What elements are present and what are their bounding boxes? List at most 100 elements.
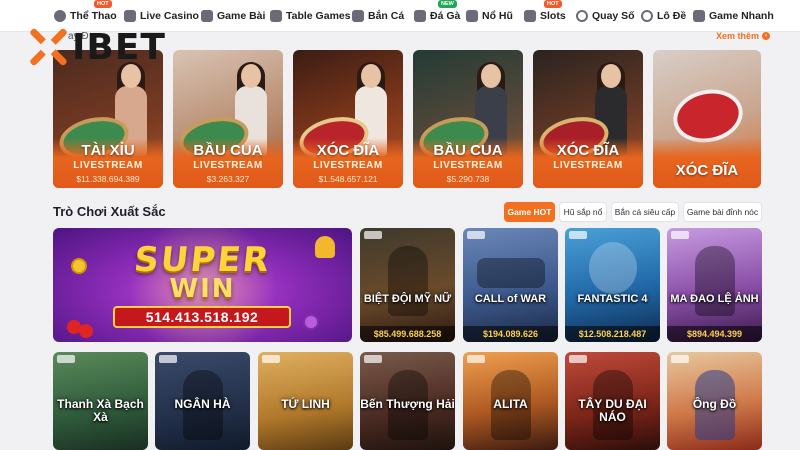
provider-logo-icon xyxy=(262,355,280,363)
filter-game-hot[interactable]: Game HOT xyxy=(504,202,555,222)
nav-item-lo-de[interactable]: Lô Đề xyxy=(641,0,686,32)
filter-ban-ca-sieu-cap[interactable]: Bắn cá siêu cấp xyxy=(611,202,679,222)
live-card-xoc-dia-2[interactable]: XÓC ĐĨA LIVESTREAM xyxy=(533,50,643,188)
game-tile-ma-dao-le-anh[interactable]: MA ĐAO LỆ ẢNH $894.494.399 xyxy=(667,228,762,342)
nav-item-slots[interactable]: Slots HOT xyxy=(524,0,566,32)
provider-logo-icon xyxy=(671,231,689,239)
provider-logo-icon xyxy=(467,231,485,239)
lottery-wheel-icon xyxy=(576,10,588,22)
jackpot-value: $1.548.657.121 xyxy=(318,174,378,184)
provider-logo-icon xyxy=(569,355,587,363)
site-logo[interactable]: IBET xyxy=(26,24,166,70)
provider-logo-icon xyxy=(671,355,689,363)
provider-logo-icon xyxy=(57,355,75,363)
win-text: WIN xyxy=(169,274,236,304)
cherry-icon xyxy=(79,324,93,338)
chevron-right-icon: › xyxy=(762,32,771,40)
game-title: NGÂN HÀ xyxy=(174,397,231,411)
game-title: TÂY DU ĐẠI NÁO xyxy=(578,397,647,424)
game-tile-ngan-ha[interactable]: NGÂN HÀ xyxy=(155,352,250,450)
jackpot-value: $11.338.694.389 xyxy=(76,174,140,184)
jackpot-amount: 514.413.518.192 xyxy=(113,306,291,328)
game-name: TÀI XỈU xyxy=(81,142,135,159)
helicopter-image xyxy=(477,258,545,288)
live-card-bau-cua[interactable]: BẦU CUA LIVESTREAM $3.263.327 xyxy=(173,50,283,188)
jackpot-price: $194.089.626 xyxy=(463,326,558,342)
nav-label: Nổ Hũ xyxy=(482,10,513,22)
game-tile-tu-linh[interactable]: TỨ LINH xyxy=(258,352,353,450)
game-title: MA ĐAO LỆ ẢNH xyxy=(670,293,759,305)
game-subtitle: LIVESTREAM xyxy=(193,160,263,171)
logo-text: IBET xyxy=(72,26,166,68)
super-win-banner[interactable]: SUPER WIN 514.413.518.192 xyxy=(53,228,352,342)
game-tile-thanh-xa-bach-xa[interactable]: Thanh Xà Bạch Xà xyxy=(53,352,148,450)
nav-item-quay-so[interactable]: Quay Số xyxy=(576,0,635,32)
nav-item-game-bai[interactable]: Game Bài xyxy=(201,0,265,32)
jackpot-price: $894.494.399 xyxy=(667,326,762,342)
game-title: TỨ LINH xyxy=(281,397,330,411)
soccer-ball-icon xyxy=(54,10,66,22)
game-title: Ông Đồ xyxy=(692,397,737,411)
see-more-link[interactable]: Xem thêm › xyxy=(716,31,771,41)
nav-item-no-hu[interactable]: Nổ Hũ xyxy=(466,0,513,32)
new-badge: NEW xyxy=(438,0,457,8)
lottery-ball-icon xyxy=(641,10,653,22)
nav-label: Table Games xyxy=(286,10,351,22)
provider-logo-icon xyxy=(364,231,382,239)
filter-hu-sap-no[interactable]: Hũ sắp nổ xyxy=(559,202,607,222)
section-title: Trò Chơi Xuất Sắc xyxy=(53,204,166,219)
game-tile-call-of-war[interactable]: CALL of WAR $194.089.626 xyxy=(463,228,558,342)
live-card-tai-xiu[interactable]: TÀI XỈU LIVESTREAM $11.338.694.389 xyxy=(53,50,163,188)
game-tile-fantastic-4[interactable]: FANTASTIC 4 $12.508.218.487 xyxy=(565,228,660,342)
game-title: FANTASTIC 4 xyxy=(577,293,648,305)
game-tile-biet-doi-my-nu[interactable]: BIỆT ĐỘI MỸ NỮ $85.499.688.258 xyxy=(360,228,455,342)
game-tile-alita[interactable]: ALITA xyxy=(463,352,558,450)
nav-item-game-nhanh[interactable]: Game Nhanh xyxy=(693,0,774,32)
see-more-label: Xem thêm xyxy=(716,31,760,41)
game-name: XÓC ĐĨA xyxy=(316,142,380,159)
hot-badge: HOT xyxy=(544,0,562,8)
rocket-icon xyxy=(693,10,705,22)
game-tile-tay-du-dai-nao[interactable]: TÂY DU ĐẠI NÁO xyxy=(565,352,660,450)
jackpot-price: $12.508.218.487 xyxy=(565,326,660,342)
game-name: BẦU CUA xyxy=(193,142,263,159)
game-subtitle: LIVESTREAM xyxy=(433,160,503,171)
slot-machine-icon xyxy=(524,10,536,22)
jackpot-value: $3.263.327 xyxy=(206,174,250,184)
game-title: Bến Thượng Hải xyxy=(360,397,455,411)
nav-item-ban-ca[interactable]: Bắn Cá xyxy=(352,0,404,32)
live-card-bau-cua-2[interactable]: BẦU CUA LIVESTREAM $5.290.738 xyxy=(413,50,523,188)
nav-item-da-ga[interactable]: Đá Gà NEW xyxy=(414,0,460,32)
filter-game-bai-dinh-noc[interactable]: Game bài đỉnh nóc xyxy=(683,202,762,222)
gem-icon xyxy=(303,314,319,330)
game-name: BẦU CUA xyxy=(433,142,503,159)
game-name: XÓC ĐĨA xyxy=(675,162,739,179)
nav-item-table-games[interactable]: Table Games xyxy=(270,0,351,32)
nav-label: Game Nhanh xyxy=(709,10,774,22)
emblem-image xyxy=(589,242,637,294)
rooster-icon xyxy=(414,10,426,22)
casino-chip-icon xyxy=(124,10,136,22)
jackpot-value: $5.290.738 xyxy=(446,174,490,184)
game-subtitle: LIVESTREAM xyxy=(553,160,623,171)
game-title: ALITA xyxy=(493,397,528,411)
table-icon xyxy=(270,10,282,22)
provider-logo-icon xyxy=(569,231,587,239)
game-tile-ben-thuong-hai[interactable]: Bến Thượng Hải xyxy=(360,352,455,450)
game-tile-ong-do[interactable]: Ông Đồ xyxy=(667,352,762,450)
cards-icon xyxy=(201,10,213,22)
nav-label: Game Bài xyxy=(217,10,266,22)
live-card-xoc-dia[interactable]: XÓC ĐĨA LIVESTREAM $1.548.657.121 xyxy=(293,50,403,188)
hot-badge: HOT xyxy=(94,0,112,8)
fish-icon xyxy=(352,10,364,22)
nav-label: Slots xyxy=(540,10,566,22)
game-title: Thanh Xà Bạch Xà xyxy=(57,397,144,424)
nav-label: Bắn Cá xyxy=(368,10,405,22)
game-subtitle: LIVESTREAM xyxy=(73,160,143,171)
nav-label: Lô Đề xyxy=(657,10,687,22)
live-card-xoc-dia-3[interactable]: XÓC ĐĨA xyxy=(653,50,761,188)
nav-label: Thể Thao xyxy=(70,10,117,22)
provider-logo-icon xyxy=(467,355,485,363)
game-name: XÓC ĐĨA xyxy=(556,142,620,159)
nav-label: Live Casino xyxy=(140,10,199,22)
